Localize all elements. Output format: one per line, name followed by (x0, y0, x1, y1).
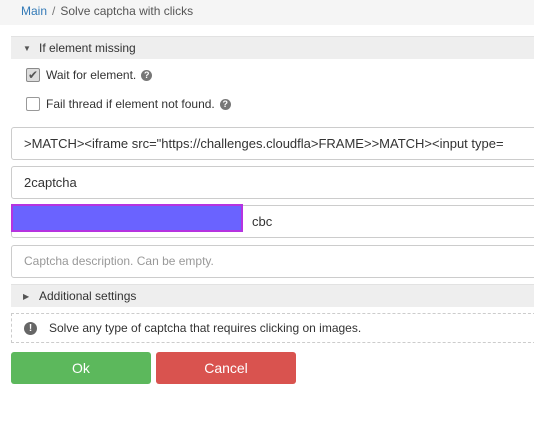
check-icon: ✔ (28, 68, 39, 82)
help-icon[interactable]: ? (141, 70, 153, 82)
additional-settings-toggle[interactable]: ▶ Additional settings (11, 284, 534, 307)
breadcrumb: Main / Solve captcha with clicks (0, 0, 534, 25)
info-text: Solve any type of captcha that requires … (49, 321, 362, 335)
breadcrumb-main-link[interactable]: Main (21, 4, 47, 18)
breadcrumb-separator: / (52, 4, 56, 18)
help-icon[interactable]: ? (219, 99, 231, 111)
wait-for-element-label[interactable]: Wait for element.? (46, 67, 153, 83)
wait-for-element-text: Wait for element. (46, 68, 137, 82)
chevron-right-icon: ▶ (23, 292, 30, 301)
cancel-button[interactable]: Cancel (156, 352, 296, 384)
wait-for-element-checkbox[interactable]: ✔ (26, 68, 40, 82)
api-key-visible-suffix: cbc (252, 214, 273, 229)
info-box: ! Solve any type of captcha that require… (11, 313, 534, 343)
captcha-service-input[interactable]: 2captcha (11, 166, 534, 199)
fail-thread-checkbox[interactable] (26, 97, 40, 111)
fail-thread-label[interactable]: Fail thread if element not found.? (46, 96, 231, 112)
captcha-description-input[interactable]: Captcha description. Can be empty. (11, 245, 534, 278)
chevron-down-icon: ▼ (23, 44, 31, 53)
breadcrumb-current: Solve captcha with clicks (60, 4, 194, 18)
redaction-box (11, 204, 243, 232)
fail-thread-text: Fail thread if element not found. (46, 97, 215, 111)
ok-button[interactable]: Ok (11, 352, 151, 384)
if-element-missing-label: If element missing (39, 41, 136, 55)
info-icon: ! (24, 322, 37, 335)
selector-input[interactable]: >MATCH><iframe src="https://challenges.c… (11, 127, 534, 160)
additional-settings-label: Additional settings (39, 289, 137, 303)
captcha-action-dialog: Main / Solve captcha with clicks ▼ If elem… (0, 0, 534, 433)
if-element-missing-toggle[interactable]: ▼ If element missing (11, 36, 534, 59)
